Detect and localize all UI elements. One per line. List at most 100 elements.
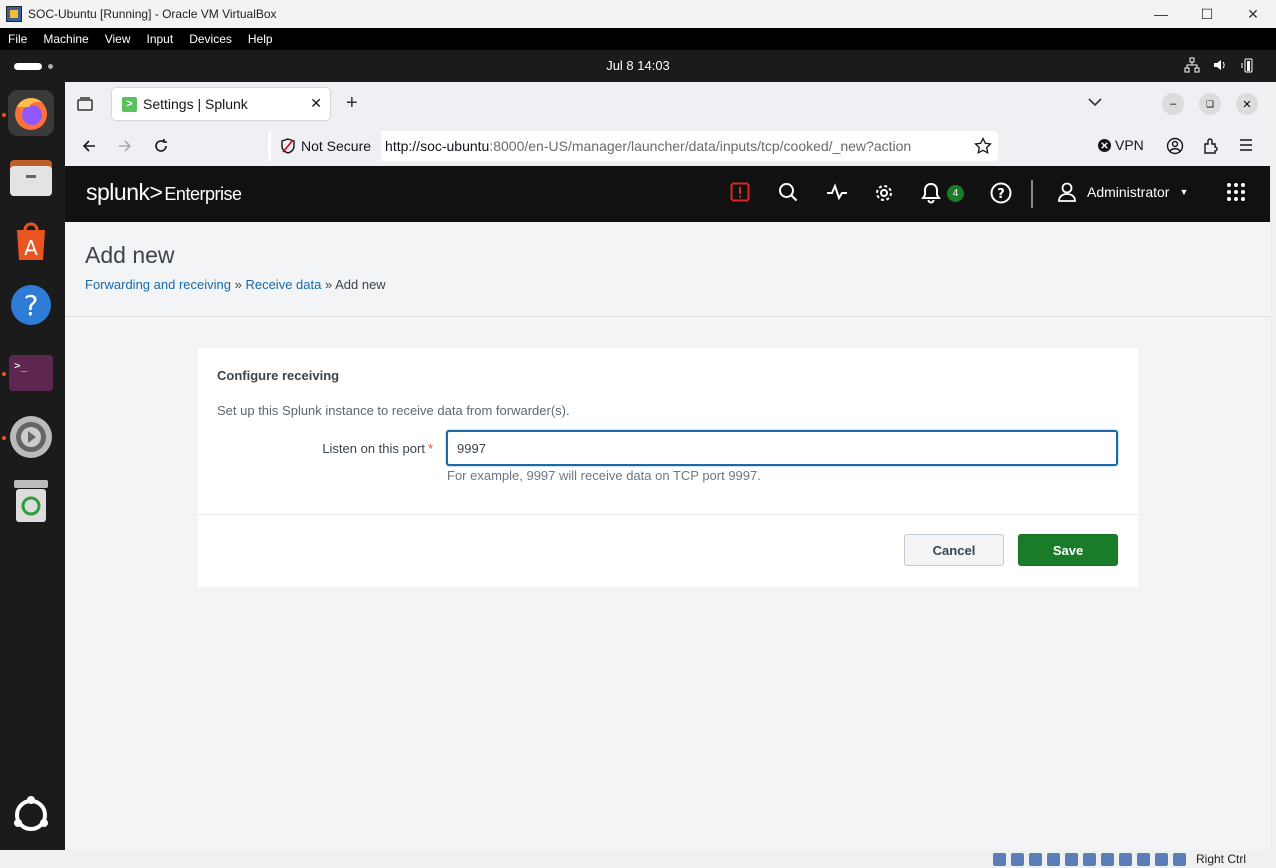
restore-browser-button[interactable]: ❏ bbox=[1199, 93, 1221, 115]
close-tab-icon[interactable]: ✕ bbox=[310, 95, 322, 112]
host-key-label: Right Ctrl bbox=[1195, 852, 1246, 866]
tab-settings-splunk[interactable]: > Settings | Splunk ✕ bbox=[112, 88, 330, 120]
new-tab-button[interactable]: + bbox=[346, 92, 358, 115]
minimize-browser-button[interactable]: – bbox=[1162, 93, 1184, 115]
form-divider bbox=[198, 514, 1138, 515]
device-status-icons[interactable] bbox=[993, 853, 1186, 866]
back-arrow-icon[interactable] bbox=[81, 138, 97, 159]
trash-launcher[interactable] bbox=[8, 478, 54, 524]
ubuntu-top-bar: Jul 8 14:03 bbox=[0, 50, 1276, 82]
menu-devices[interactable]: Devices bbox=[181, 32, 240, 46]
network-adapter-icon bbox=[1047, 853, 1060, 866]
ubuntu-dock: A ? >_ bbox=[0, 82, 65, 850]
running-indicator bbox=[2, 436, 6, 440]
tab-overview-icon[interactable] bbox=[77, 96, 93, 112]
bookmark-star-icon[interactable] bbox=[974, 136, 992, 160]
settings-launcher[interactable] bbox=[8, 414, 54, 460]
site-security-indicator[interactable]: Not Secure bbox=[271, 131, 382, 161]
tab-title: Settings | Splunk bbox=[143, 96, 248, 112]
menu-view[interactable]: View bbox=[97, 32, 139, 46]
insecure-shield-icon bbox=[281, 138, 295, 154]
port-input[interactable] bbox=[446, 430, 1118, 466]
breadcrumb-receive-data[interactable]: Receive data bbox=[245, 277, 321, 292]
cancel-button[interactable]: Cancel bbox=[904, 534, 1004, 566]
security-label: Not Secure bbox=[301, 138, 372, 154]
gear-icon[interactable] bbox=[873, 182, 895, 209]
volume-icon[interactable] bbox=[1212, 57, 1228, 76]
save-button[interactable]: Save bbox=[1018, 534, 1118, 566]
user-menu[interactable]: Administrator ▼ bbox=[1058, 182, 1188, 202]
keyboard-icon bbox=[1173, 853, 1186, 866]
section-description: Set up this Splunk instance to receive d… bbox=[217, 403, 570, 418]
optical-drive-icon bbox=[1011, 853, 1024, 866]
vpn-button[interactable]: VPN bbox=[1098, 137, 1144, 153]
usb-icon bbox=[1065, 853, 1078, 866]
vbox-title-bar: SOC-Ubuntu [Running] - Oracle VM Virtual… bbox=[0, 0, 1276, 28]
close-browser-button[interactable]: ✕ bbox=[1236, 93, 1258, 115]
extensions-icon[interactable] bbox=[1202, 137, 1220, 160]
firefox-launcher[interactable] bbox=[8, 90, 54, 136]
bell-icon[interactable] bbox=[921, 182, 941, 209]
messages-alert-icon[interactable] bbox=[730, 182, 750, 207]
vpn-off-icon bbox=[1098, 138, 1111, 152]
svg-text:?: ? bbox=[24, 289, 39, 322]
battery-icon[interactable] bbox=[1240, 57, 1256, 76]
breadcrumb-forwarding[interactable]: Forwarding and receiving bbox=[85, 277, 231, 292]
activity-icon[interactable] bbox=[826, 182, 848, 207]
help-icon[interactable]: ? bbox=[990, 182, 1012, 209]
firefox-icon bbox=[15, 98, 47, 130]
search-icon[interactable] bbox=[778, 182, 798, 207]
configure-receiving-form: Configure receiving Set up this Splunk i… bbox=[198, 348, 1138, 587]
navigation-bar: Not Secure http://soc-ubuntu:8000/en-US/… bbox=[65, 126, 1270, 166]
browser-window: > Settings | Splunk ✕ + – ❏ ✕ Not Secure… bbox=[65, 82, 1270, 850]
required-marker: * bbox=[427, 441, 433, 456]
tab-strip: > Settings | Splunk ✕ + – ❏ ✕ bbox=[65, 82, 1270, 126]
port-help-text: For example, 9997 will receive data on T… bbox=[447, 468, 761, 483]
terminal-icon: >_ bbox=[9, 355, 53, 391]
breadcrumb-separator: » bbox=[324, 277, 333, 292]
terminal-launcher[interactable]: >_ bbox=[8, 350, 54, 396]
maximize-button[interactable]: ☐ bbox=[1184, 0, 1230, 28]
reload-icon[interactable] bbox=[153, 138, 169, 159]
clock[interactable]: Jul 8 14:03 bbox=[0, 58, 1276, 73]
account-icon[interactable] bbox=[1166, 137, 1184, 160]
url-text[interactable]: http://soc-ubuntu:8000/en-US/manager/lau… bbox=[385, 138, 911, 154]
breadcrumb: Forwarding and receiving » Receive data … bbox=[85, 277, 386, 292]
vbox-status-bar: Right Ctrl bbox=[0, 850, 1276, 868]
help-icon: ? bbox=[11, 285, 51, 325]
menu-machine[interactable]: Machine bbox=[35, 32, 96, 46]
address-bar[interactable]: Not Secure http://soc-ubuntu:8000/en-US/… bbox=[268, 131, 998, 161]
cpu-icon bbox=[1137, 853, 1150, 866]
display-icon bbox=[1101, 853, 1114, 866]
app-center-launcher[interactable]: A bbox=[8, 218, 54, 264]
app-center-icon: A bbox=[17, 222, 45, 260]
notification-count-badge: 4 bbox=[947, 185, 964, 202]
forward-arrow-icon[interactable] bbox=[117, 138, 133, 159]
close-window-button[interactable]: ✕ bbox=[1230, 0, 1276, 28]
splunk-logo[interactable]: splunk> Enterprise bbox=[86, 179, 242, 206]
menu-help[interactable]: Help bbox=[240, 32, 281, 46]
window-title: SOC-Ubuntu [Running] - Oracle VM Virtual… bbox=[28, 7, 277, 21]
shared-folders-icon bbox=[1083, 853, 1096, 866]
files-launcher[interactable] bbox=[8, 154, 54, 200]
trash-icon bbox=[14, 480, 48, 522]
minimize-button[interactable]: — bbox=[1138, 0, 1184, 28]
user-icon bbox=[1058, 182, 1076, 202]
svg-text:?: ? bbox=[997, 187, 1005, 202]
ubuntu-logo-icon bbox=[14, 796, 48, 831]
menu-file[interactable]: File bbox=[0, 32, 35, 46]
menu-input[interactable]: Input bbox=[139, 32, 182, 46]
recording-icon bbox=[1119, 853, 1132, 866]
breadcrumb-current: Add new bbox=[335, 277, 386, 292]
files-icon bbox=[10, 160, 52, 196]
splunk-favicon: > bbox=[122, 96, 137, 112]
list-tabs-chevron-icon[interactable] bbox=[1087, 94, 1103, 115]
apps-grid-icon[interactable] bbox=[1226, 182, 1246, 207]
hamburger-menu-icon[interactable] bbox=[1238, 137, 1254, 158]
network-icon[interactable] bbox=[1184, 57, 1200, 76]
show-apps-launcher[interactable] bbox=[8, 792, 54, 838]
breadcrumb-separator: » bbox=[234, 277, 242, 292]
port-label: Listen on this port * bbox=[322, 441, 433, 456]
mouse-integration-icon bbox=[1155, 853, 1168, 866]
help-launcher[interactable]: ? bbox=[8, 282, 54, 328]
